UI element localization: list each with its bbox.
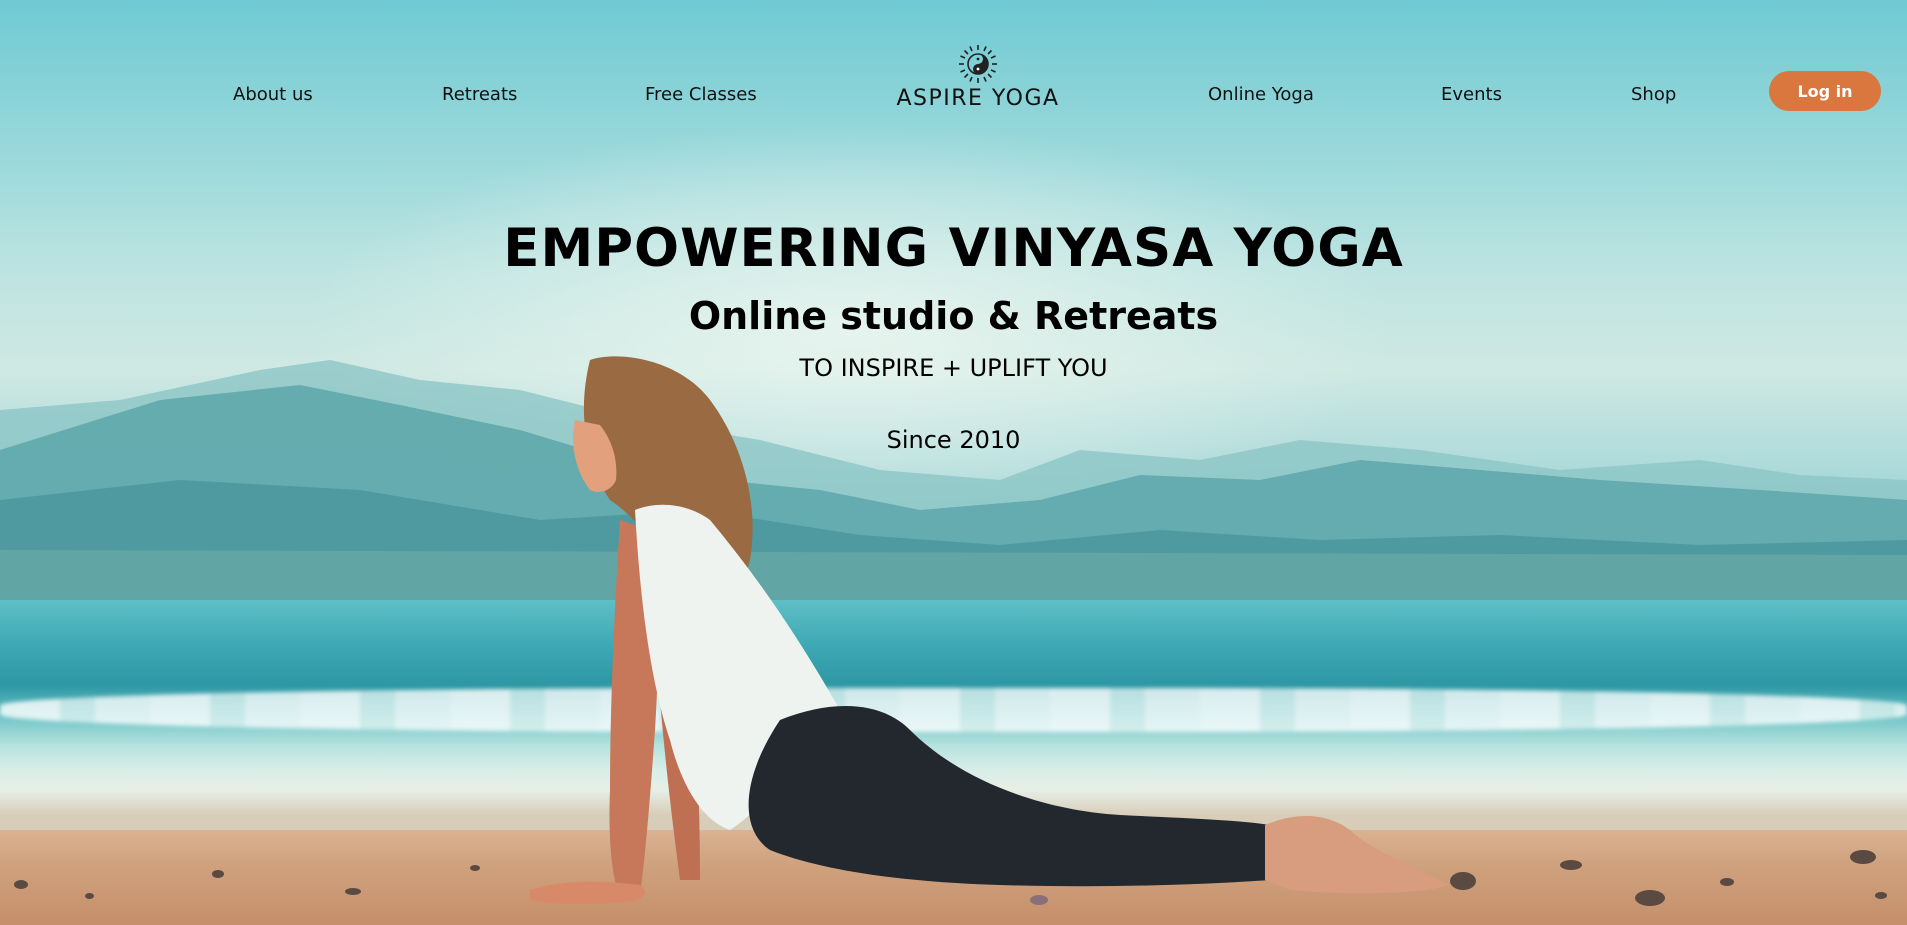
nav-shop[interactable]: Shop [1631, 84, 1676, 105]
nav-about-us[interactable]: About us [233, 84, 313, 105]
logo-text: ASPIRE YOGA [896, 86, 1060, 111]
logo[interactable]: ASPIRE YOGA [893, 44, 1063, 120]
login-button[interactable]: Log in [1769, 71, 1881, 111]
yoga-woman-figure [530, 356, 1450, 905]
nav-free-classes[interactable]: Free Classes [645, 84, 757, 105]
yin-yang-sun-icon [959, 45, 997, 83]
hero-since: Since 2010 [886, 426, 1021, 454]
hero-background-image [0, 0, 1907, 925]
nav-events[interactable]: Events [1441, 84, 1502, 105]
hero-tagline: TO INSPIRE + UPLIFT YOU [799, 354, 1108, 382]
nav-retreats[interactable]: Retreats [442, 84, 517, 105]
hero-subtitle: Online studio & Retreats [688, 294, 1219, 338]
nav-online-yoga[interactable]: Online Yoga [1208, 84, 1314, 105]
hero-title: EMPOWERING VINYASA YOGA [503, 218, 1404, 279]
